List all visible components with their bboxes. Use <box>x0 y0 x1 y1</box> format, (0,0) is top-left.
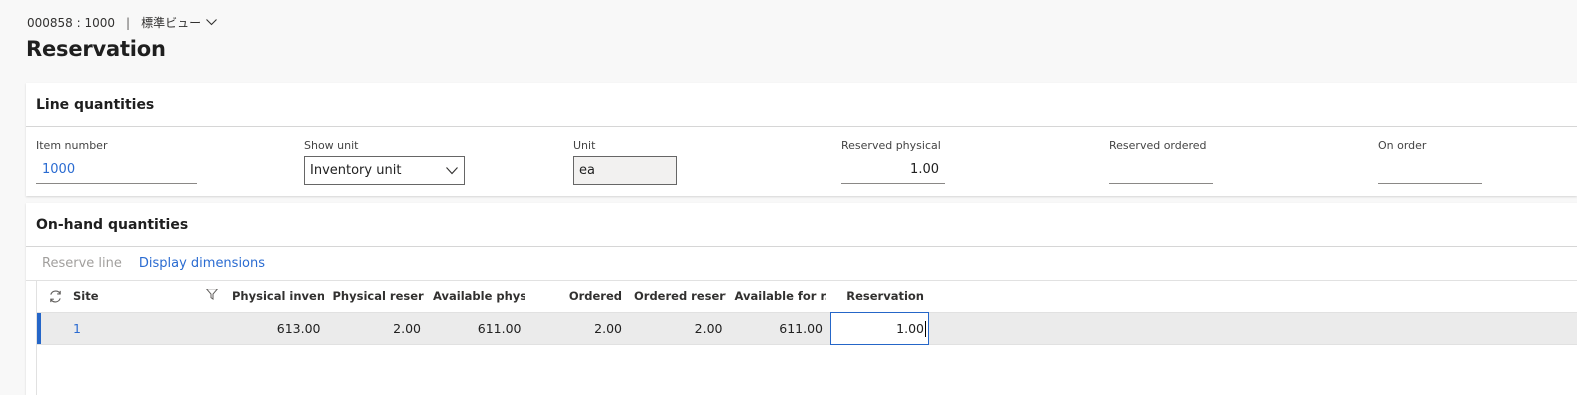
item-number-link[interactable]: 1000 <box>42 162 75 177</box>
chevron-down-icon <box>206 19 217 26</box>
reserve-line-button[interactable]: Reserve line <box>42 256 122 271</box>
reserved-physical-input[interactable]: 1.00 <box>841 156 945 184</box>
page-title: Reservation <box>26 37 166 61</box>
column-header-available-physical[interactable]: Available physi... <box>424 289 525 303</box>
table-row[interactable]: 1 613.00 2.00 611.00 2.00 2.00 611.00 1.… <box>37 312 1577 345</box>
record-id: 000858 : 1000 <box>27 15 116 30</box>
refresh-icon <box>49 290 61 302</box>
cell-ordered: 2.00 <box>594 321 622 336</box>
reservation-input[interactable]: 1.00 <box>830 312 929 345</box>
on-hand-quantities-section: On-hand quantities Reserve line Display … <box>26 203 1577 395</box>
column-header-ordered[interactable]: Ordered <box>525 289 626 303</box>
line-quantities-section: Line quantities Item number 1000 Show un… <box>26 83 1577 196</box>
cell-available-for-reservation: 611.00 <box>779 321 823 336</box>
reserved-physical-value: 1.00 <box>910 162 939 177</box>
column-header-reservation[interactable]: Reservation <box>826 289 929 303</box>
reserved-ordered-input[interactable] <box>1109 156 1213 184</box>
on-order-field: On order <box>1378 139 1482 184</box>
column-header-available-for-reservation[interactable]: Available for r... <box>726 289 827 303</box>
column-header-site-label: Site <box>73 289 99 303</box>
show-unit-label: Show unit <box>304 139 359 152</box>
on-order-input[interactable] <box>1378 156 1482 184</box>
action-bar: Reserve line Display dimensions <box>26 247 1577 281</box>
column-header-ordered-reserved[interactable]: Ordered reserv... <box>625 289 726 303</box>
reserved-ordered-field: Reserved ordered <box>1109 139 1213 184</box>
show-unit-field: Show unit Inventory unit <box>304 139 465 185</box>
breadcrumb: 000858 : 1000 | 標準ビュー <box>27 14 217 31</box>
on-order-label: On order <box>1378 139 1427 152</box>
unit-value: ea <box>579 163 595 178</box>
unit-readonly-box: ea <box>573 156 677 185</box>
unit-label: Unit <box>573 139 596 152</box>
text-cursor <box>925 320 926 337</box>
on-hand-grid: Site Physical invent... Physical reserv.… <box>36 280 1577 395</box>
reserved-physical-label: Reserved physical <box>841 139 941 152</box>
display-dimensions-button[interactable]: Display dimensions <box>139 256 265 271</box>
view-name: 標準ビュー <box>141 16 202 30</box>
cell-physical-inventory: 613.00 <box>276 321 321 336</box>
grid-header-row: Site Physical invent... Physical reserv.… <box>37 280 1577 313</box>
cell-available-physical: 611.00 <box>477 321 522 336</box>
cell-physical-reserved: 2.00 <box>393 321 421 336</box>
column-header-physical-inventory[interactable]: Physical invent... <box>223 289 324 303</box>
filter-icon[interactable] <box>206 289 218 300</box>
reservation-value: 1.00 <box>896 321 924 336</box>
view-selector[interactable]: 標準ビュー <box>141 14 217 31</box>
reserved-ordered-label: Reserved ordered <box>1109 139 1207 152</box>
on-hand-quantities-header[interactable]: On-hand quantities <box>26 203 1577 247</box>
refresh-button[interactable] <box>37 289 73 304</box>
cell-site[interactable]: 1 <box>73 321 223 336</box>
column-header-physical-reserved[interactable]: Physical reserv... <box>324 289 425 303</box>
chevron-down-icon <box>446 167 458 175</box>
item-number-field: Item number 1000 <box>36 139 197 184</box>
show-unit-select[interactable]: Inventory unit <box>304 156 465 185</box>
reserved-physical-field: Reserved physical 1.00 <box>841 139 945 184</box>
show-unit-value: Inventory unit <box>310 163 402 178</box>
item-number-label: Item number <box>36 139 108 152</box>
column-header-site[interactable]: Site <box>73 289 223 303</box>
cell-ordered-reserved: 2.00 <box>694 321 723 336</box>
breadcrumb-separator: | <box>126 15 131 30</box>
line-quantities-header[interactable]: Line quantities <box>26 83 1577 127</box>
row-selection-indicator <box>37 313 41 344</box>
site-link[interactable]: 1 <box>73 321 81 336</box>
item-number-value-box[interactable]: 1000 <box>36 156 197 184</box>
unit-field: Unit ea <box>573 139 677 185</box>
